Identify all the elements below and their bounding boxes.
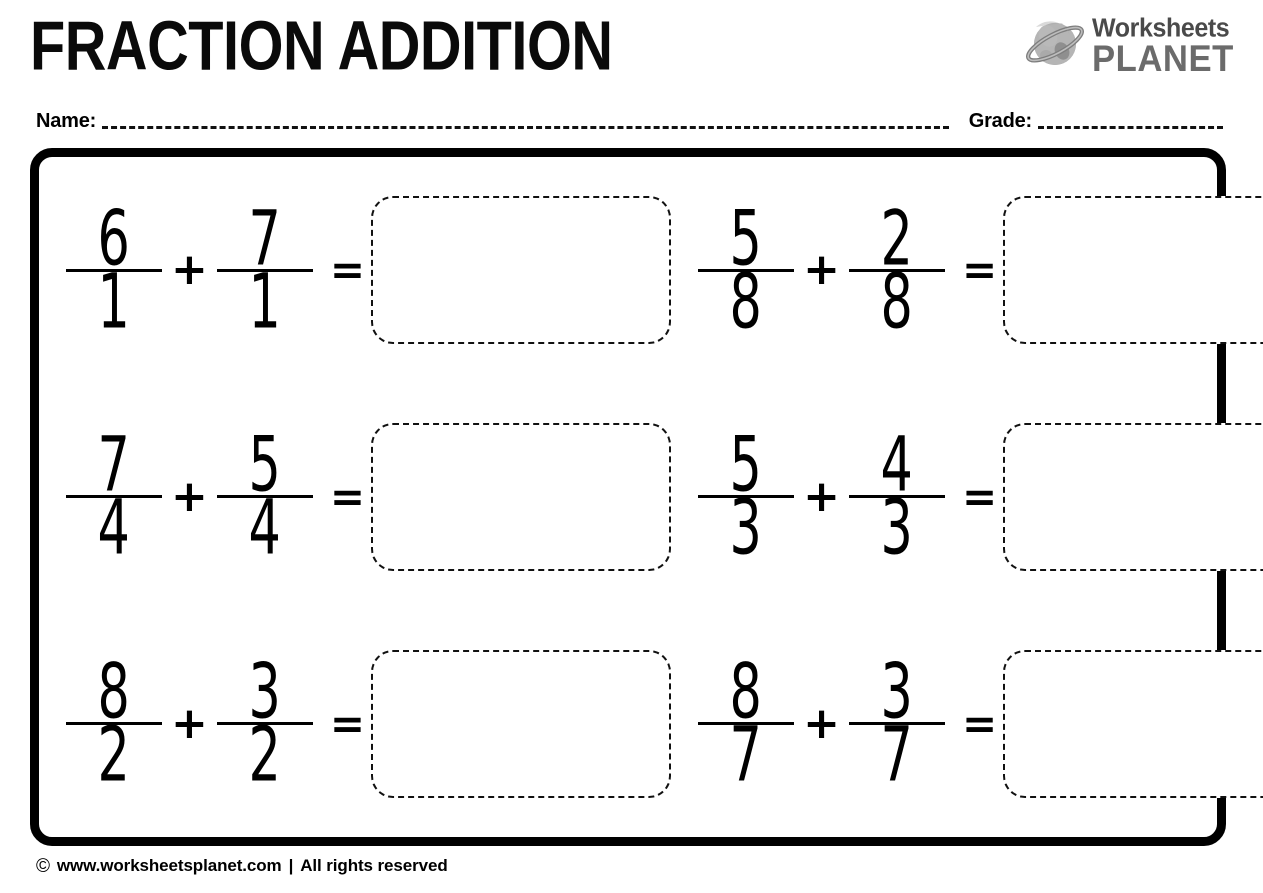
- equals-operator: =: [329, 698, 366, 748]
- fraction-first: 6 1: [59, 198, 169, 341]
- plus-operator: +: [171, 697, 208, 749]
- logo-wordmark: Worksheets PLANET: [1092, 15, 1234, 80]
- answer-box[interactable]: [1003, 422, 1263, 571]
- page-header: FRACTION ADDITION Worksheets PLANET: [0, 0, 1263, 100]
- denominator: 3: [880, 483, 914, 573]
- plus-operator: +: [803, 244, 840, 296]
- student-info-row: Name: Grade:: [0, 104, 1263, 138]
- denominator: 1: [97, 256, 131, 346]
- footer-separator: |: [288, 856, 294, 875]
- denominator: 7: [880, 710, 914, 800]
- brand-logo: Worksheets PLANET: [1024, 12, 1234, 80]
- fraction-second: 5 4: [210, 425, 320, 568]
- equals-operator: =: [329, 245, 366, 295]
- equals-operator: =: [961, 698, 998, 748]
- equals-operator: =: [961, 245, 998, 295]
- problem-item: 5 8 + 2 8 =: [671, 157, 1263, 384]
- plus-operator: +: [803, 697, 840, 749]
- answer-box[interactable]: [371, 422, 672, 571]
- fraction-first: 8 7: [691, 651, 801, 795]
- problems-grid: 6 1 + 7 1 = 5 8 + 2 8 = 7 4 + 5 4 = 5 3 …: [39, 157, 1263, 837]
- equals-operator: =: [329, 471, 366, 521]
- problem-item: 5 3 + 4 3 =: [671, 384, 1263, 611]
- equals-operator: =: [961, 471, 998, 521]
- plus-operator: +: [171, 244, 208, 296]
- fraction-first: 8 2: [59, 651, 169, 795]
- denominator: 2: [248, 710, 282, 800]
- answer-box[interactable]: [1003, 649, 1263, 798]
- plus-operator: +: [803, 470, 840, 522]
- copyright-icon: ©: [36, 855, 50, 877]
- answer-box[interactable]: [371, 649, 672, 798]
- name-input-line[interactable]: [102, 111, 949, 131]
- worksheet-frame: 6 1 + 7 1 = 5 8 + 2 8 = 7 4 + 5 4 = 5 3 …: [30, 148, 1263, 846]
- denominator: 8: [880, 256, 914, 346]
- grade-input-line[interactable]: [1038, 111, 1223, 131]
- fraction-second: 3 2: [210, 651, 320, 795]
- page-title: FRACTION ADDITION: [30, 8, 613, 86]
- fraction-second: 3 7: [842, 651, 952, 795]
- answer-box[interactable]: [1003, 196, 1263, 345]
- denominator: 3: [729, 483, 763, 573]
- problem-item: 8 7 + 3 7 =: [671, 610, 1263, 837]
- problem-item: 8 2 + 3 2 =: [39, 610, 672, 837]
- denominator: 7: [729, 710, 763, 800]
- saturn-planet-icon: [1024, 17, 1086, 75]
- denominator: 2: [97, 710, 131, 800]
- fraction-second: 4 3: [842, 425, 952, 568]
- fraction-first: 5 3: [691, 425, 801, 568]
- plus-operator: +: [171, 470, 208, 522]
- grade-label: Grade:: [968, 109, 1032, 132]
- fraction-second: 2 8: [842, 198, 952, 341]
- rights-text: All rights reserved: [300, 856, 448, 875]
- denominator: 4: [97, 483, 131, 573]
- answer-box[interactable]: [371, 196, 672, 345]
- problem-item: 7 4 + 5 4 =: [39, 384, 672, 611]
- problem-item: 6 1 + 7 1 =: [39, 157, 672, 384]
- name-label: Name:: [36, 109, 97, 132]
- website-url[interactable]: www.worksheetsplanet.com: [57, 856, 282, 876]
- logo-planet-text: PLANET: [1092, 38, 1234, 80]
- fraction-second: 7 1: [210, 198, 320, 341]
- fraction-first: 7 4: [59, 425, 169, 568]
- fraction-first: 5 8: [691, 198, 801, 341]
- denominator: 4: [248, 483, 282, 573]
- denominator: 1: [248, 256, 282, 346]
- denominator: 8: [729, 256, 763, 346]
- page-footer: © www.worksheetsplanet.com | All rights …: [36, 856, 448, 876]
